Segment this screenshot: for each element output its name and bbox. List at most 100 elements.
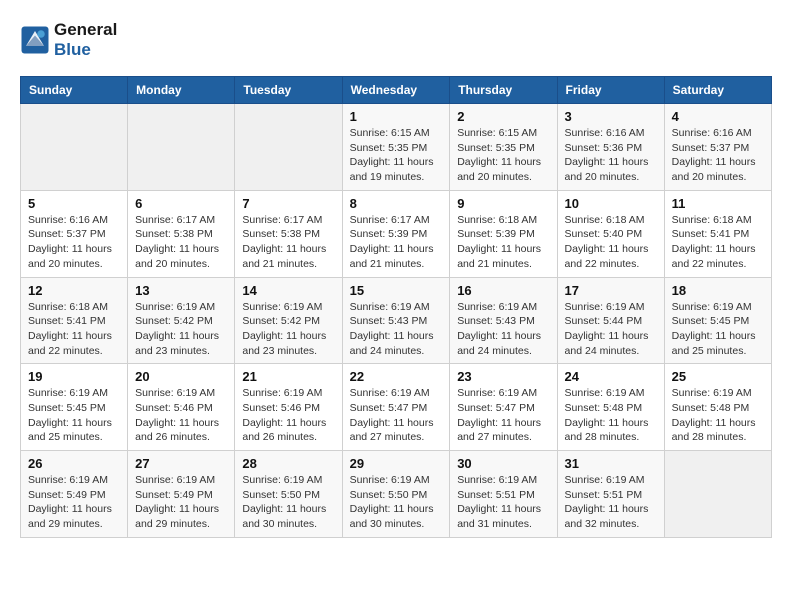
- cell-sunrise: Sunrise: 6:19 AMSunset: 5:46 PMDaylight:…: [242, 387, 326, 443]
- cell-sunrise: Sunrise: 6:17 AMSunset: 5:39 PMDaylight:…: [350, 214, 434, 270]
- cell-sunrise: Sunrise: 6:16 AMSunset: 5:37 PMDaylight:…: [672, 127, 756, 183]
- calendar-cell: 30 Sunrise: 6:19 AMSunset: 5:51 PMDaylig…: [450, 451, 557, 538]
- cell-sunrise: Sunrise: 6:19 AMSunset: 5:50 PMDaylight:…: [242, 474, 326, 530]
- calendar-cell: 28 Sunrise: 6:19 AMSunset: 5:50 PMDaylig…: [235, 451, 342, 538]
- day-number: 27: [135, 456, 227, 471]
- calendar-cell: 7 Sunrise: 6:17 AMSunset: 5:38 PMDayligh…: [235, 190, 342, 277]
- calendar-cell: 12 Sunrise: 6:18 AMSunset: 5:41 PMDaylig…: [21, 277, 128, 364]
- logo: General Blue: [20, 20, 117, 60]
- day-number: 9: [457, 196, 549, 211]
- day-number: 16: [457, 283, 549, 298]
- calendar-cell: 4 Sunrise: 6:16 AMSunset: 5:37 PMDayligh…: [664, 104, 771, 191]
- cell-sunrise: Sunrise: 6:19 AMSunset: 5:49 PMDaylight:…: [28, 474, 112, 530]
- calendar-cell: [235, 104, 342, 191]
- page-header: General Blue: [20, 20, 772, 60]
- cell-sunrise: Sunrise: 6:19 AMSunset: 5:49 PMDaylight:…: [135, 474, 219, 530]
- cell-sunrise: Sunrise: 6:19 AMSunset: 5:44 PMDaylight:…: [565, 301, 649, 357]
- calendar-table: SundayMondayTuesdayWednesdayThursdayFrid…: [20, 76, 772, 538]
- cell-sunrise: Sunrise: 6:19 AMSunset: 5:46 PMDaylight:…: [135, 387, 219, 443]
- calendar-cell: 1 Sunrise: 6:15 AMSunset: 5:35 PMDayligh…: [342, 104, 450, 191]
- day-number: 12: [28, 283, 120, 298]
- calendar-header: SundayMondayTuesdayWednesdayThursdayFrid…: [21, 77, 772, 104]
- calendar-cell: 23 Sunrise: 6:19 AMSunset: 5:47 PMDaylig…: [450, 364, 557, 451]
- calendar-cell: 31 Sunrise: 6:19 AMSunset: 5:51 PMDaylig…: [557, 451, 664, 538]
- cell-sunrise: Sunrise: 6:19 AMSunset: 5:51 PMDaylight:…: [457, 474, 541, 530]
- cell-sunrise: Sunrise: 6:19 AMSunset: 5:45 PMDaylight:…: [28, 387, 112, 443]
- calendar-cell: 20 Sunrise: 6:19 AMSunset: 5:46 PMDaylig…: [128, 364, 235, 451]
- day-number: 13: [135, 283, 227, 298]
- cell-sunrise: Sunrise: 6:18 AMSunset: 5:39 PMDaylight:…: [457, 214, 541, 270]
- cell-sunrise: Sunrise: 6:17 AMSunset: 5:38 PMDaylight:…: [242, 214, 326, 270]
- calendar-cell: 5 Sunrise: 6:16 AMSunset: 5:37 PMDayligh…: [21, 190, 128, 277]
- day-number: 18: [672, 283, 764, 298]
- cell-sunrise: Sunrise: 6:19 AMSunset: 5:48 PMDaylight:…: [672, 387, 756, 443]
- calendar-cell: 19 Sunrise: 6:19 AMSunset: 5:45 PMDaylig…: [21, 364, 128, 451]
- calendar-cell: 22 Sunrise: 6:19 AMSunset: 5:47 PMDaylig…: [342, 364, 450, 451]
- cell-sunrise: Sunrise: 6:16 AMSunset: 5:37 PMDaylight:…: [28, 214, 112, 270]
- calendar-cell: 17 Sunrise: 6:19 AMSunset: 5:44 PMDaylig…: [557, 277, 664, 364]
- day-number: 23: [457, 369, 549, 384]
- cell-sunrise: Sunrise: 6:19 AMSunset: 5:45 PMDaylight:…: [672, 301, 756, 357]
- day-number: 29: [350, 456, 443, 471]
- weekday-header-tuesday: Tuesday: [235, 77, 342, 104]
- calendar-body: 1 Sunrise: 6:15 AMSunset: 5:35 PMDayligh…: [21, 104, 772, 538]
- calendar-cell: 16 Sunrise: 6:19 AMSunset: 5:43 PMDaylig…: [450, 277, 557, 364]
- day-number: 22: [350, 369, 443, 384]
- day-number: 4: [672, 109, 764, 124]
- cell-sunrise: Sunrise: 6:15 AMSunset: 5:35 PMDaylight:…: [350, 127, 434, 183]
- calendar-cell: 25 Sunrise: 6:19 AMSunset: 5:48 PMDaylig…: [664, 364, 771, 451]
- calendar-cell: [664, 451, 771, 538]
- day-number: 1: [350, 109, 443, 124]
- weekday-header-monday: Monday: [128, 77, 235, 104]
- day-number: 2: [457, 109, 549, 124]
- calendar-week-5: 26 Sunrise: 6:19 AMSunset: 5:49 PMDaylig…: [21, 451, 772, 538]
- logo-icon: [20, 25, 50, 55]
- calendar-cell: 26 Sunrise: 6:19 AMSunset: 5:49 PMDaylig…: [21, 451, 128, 538]
- calendar-cell: 2 Sunrise: 6:15 AMSunset: 5:35 PMDayligh…: [450, 104, 557, 191]
- day-number: 3: [565, 109, 657, 124]
- calendar-cell: 8 Sunrise: 6:17 AMSunset: 5:39 PMDayligh…: [342, 190, 450, 277]
- day-number: 25: [672, 369, 764, 384]
- calendar-cell: 29 Sunrise: 6:19 AMSunset: 5:50 PMDaylig…: [342, 451, 450, 538]
- cell-sunrise: Sunrise: 6:17 AMSunset: 5:38 PMDaylight:…: [135, 214, 219, 270]
- calendar-cell: 13 Sunrise: 6:19 AMSunset: 5:42 PMDaylig…: [128, 277, 235, 364]
- cell-sunrise: Sunrise: 6:19 AMSunset: 5:50 PMDaylight:…: [350, 474, 434, 530]
- calendar-week-4: 19 Sunrise: 6:19 AMSunset: 5:45 PMDaylig…: [21, 364, 772, 451]
- weekday-header-wednesday: Wednesday: [342, 77, 450, 104]
- cell-sunrise: Sunrise: 6:19 AMSunset: 5:51 PMDaylight:…: [565, 474, 649, 530]
- day-number: 24: [565, 369, 657, 384]
- cell-sunrise: Sunrise: 6:19 AMSunset: 5:47 PMDaylight:…: [350, 387, 434, 443]
- cell-sunrise: Sunrise: 6:19 AMSunset: 5:48 PMDaylight:…: [565, 387, 649, 443]
- day-number: 17: [565, 283, 657, 298]
- calendar-cell: 3 Sunrise: 6:16 AMSunset: 5:36 PMDayligh…: [557, 104, 664, 191]
- weekday-header-friday: Friday: [557, 77, 664, 104]
- cell-sunrise: Sunrise: 6:18 AMSunset: 5:40 PMDaylight:…: [565, 214, 649, 270]
- calendar-cell: [21, 104, 128, 191]
- day-number: 7: [242, 196, 334, 211]
- day-number: 5: [28, 196, 120, 211]
- cell-sunrise: Sunrise: 6:19 AMSunset: 5:42 PMDaylight:…: [135, 301, 219, 357]
- calendar-cell: 11 Sunrise: 6:18 AMSunset: 5:41 PMDaylig…: [664, 190, 771, 277]
- cell-sunrise: Sunrise: 6:15 AMSunset: 5:35 PMDaylight:…: [457, 127, 541, 183]
- cell-sunrise: Sunrise: 6:16 AMSunset: 5:36 PMDaylight:…: [565, 127, 649, 183]
- cell-sunrise: Sunrise: 6:18 AMSunset: 5:41 PMDaylight:…: [672, 214, 756, 270]
- calendar-cell: 10 Sunrise: 6:18 AMSunset: 5:40 PMDaylig…: [557, 190, 664, 277]
- day-number: 19: [28, 369, 120, 384]
- day-number: 21: [242, 369, 334, 384]
- weekday-header-thursday: Thursday: [450, 77, 557, 104]
- day-number: 30: [457, 456, 549, 471]
- day-number: 14: [242, 283, 334, 298]
- calendar-cell: 6 Sunrise: 6:17 AMSunset: 5:38 PMDayligh…: [128, 190, 235, 277]
- day-number: 26: [28, 456, 120, 471]
- calendar-week-1: 1 Sunrise: 6:15 AMSunset: 5:35 PMDayligh…: [21, 104, 772, 191]
- day-number: 6: [135, 196, 227, 211]
- day-number: 31: [565, 456, 657, 471]
- cell-sunrise: Sunrise: 6:18 AMSunset: 5:41 PMDaylight:…: [28, 301, 112, 357]
- calendar-week-2: 5 Sunrise: 6:16 AMSunset: 5:37 PMDayligh…: [21, 190, 772, 277]
- calendar-cell: 27 Sunrise: 6:19 AMSunset: 5:49 PMDaylig…: [128, 451, 235, 538]
- weekday-header-saturday: Saturday: [664, 77, 771, 104]
- logo-text: General Blue: [54, 20, 117, 60]
- calendar-cell: 24 Sunrise: 6:19 AMSunset: 5:48 PMDaylig…: [557, 364, 664, 451]
- weekday-row: SundayMondayTuesdayWednesdayThursdayFrid…: [21, 77, 772, 104]
- day-number: 28: [242, 456, 334, 471]
